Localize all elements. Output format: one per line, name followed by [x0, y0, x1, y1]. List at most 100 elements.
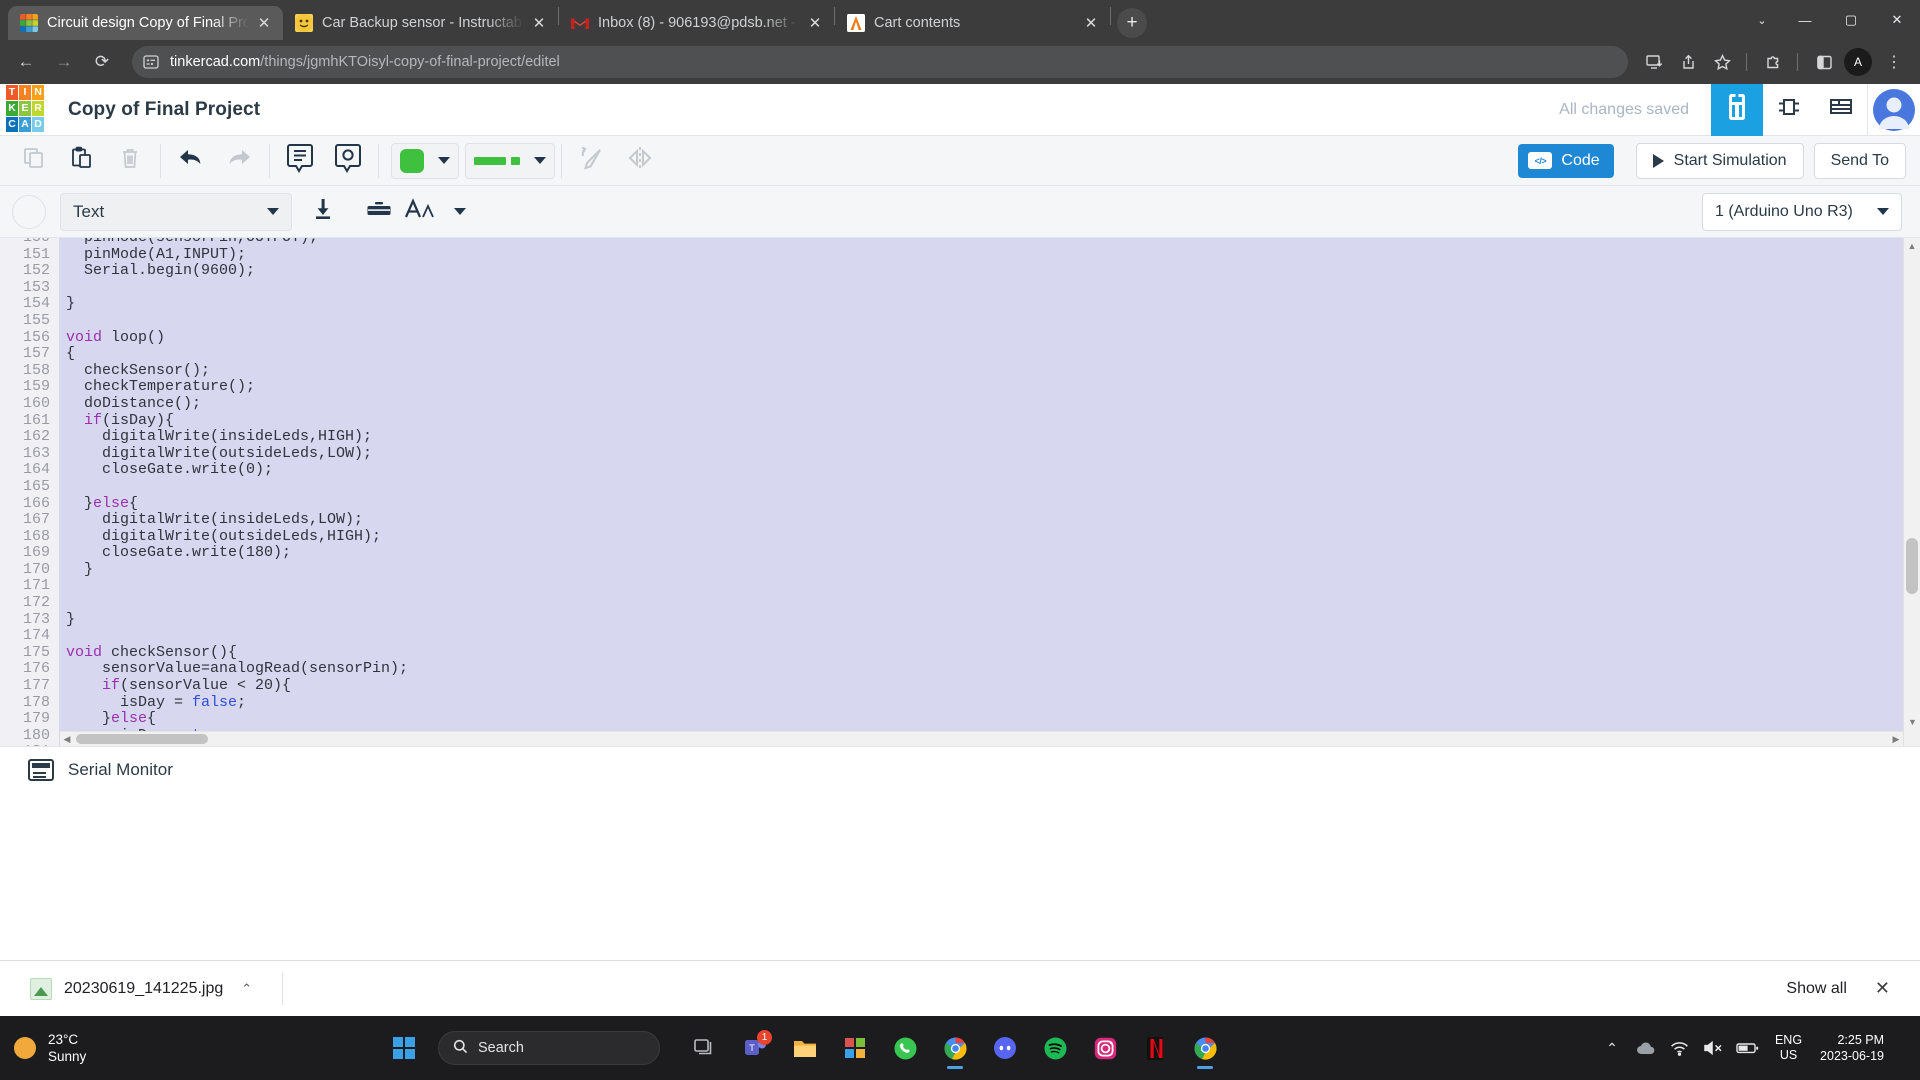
tray-expand-button[interactable]: ⌃: [1595, 1024, 1629, 1072]
wire-style-picker[interactable]: [465, 142, 555, 179]
wifi-icon[interactable]: [1663, 1024, 1697, 1072]
scroll-right-arrow-icon[interactable]: ▶: [1889, 734, 1903, 745]
maximize-button[interactable]: ▢: [1828, 0, 1874, 40]
install-icon[interactable]: [1638, 46, 1670, 78]
browser-tab-1[interactable]: Circuit design Copy of Final Proj ✕: [8, 6, 283, 40]
notification-center-button[interactable]: [1896, 1024, 1906, 1072]
board-select[interactable]: 1 (Arduino Uno R3): [1702, 192, 1902, 231]
new-tab-button[interactable]: +: [1117, 8, 1147, 38]
instagram-button[interactable]: [1082, 1024, 1128, 1072]
download-item[interactable]: 20230619_141225.jpg ⌃: [16, 965, 266, 1013]
code-token: loop(): [102, 328, 166, 346]
microsoft-store-button[interactable]: [832, 1024, 878, 1072]
tab-close-button[interactable]: ✕: [528, 12, 550, 34]
editor-horizontal-scrollbar[interactable]: ◀ ▶: [60, 731, 1903, 746]
discord-button[interactable]: [982, 1024, 1028, 1072]
chevron-down-icon[interactable]: [438, 157, 450, 164]
library-button[interactable]: [354, 192, 404, 232]
instructables-icon: [295, 14, 313, 32]
browser-tab-3[interactable]: Inbox (8) - 906193@pdsb.net - ✕: [559, 6, 834, 40]
chevron-down-icon[interactable]: [534, 157, 546, 164]
list-icon: [1828, 96, 1854, 123]
avatar[interactable]: [1868, 84, 1920, 136]
reload-button[interactable]: ⟳: [86, 46, 118, 78]
show-all-downloads-button[interactable]: Show all: [1772, 972, 1860, 1006]
task-view-button[interactable]: [682, 1024, 728, 1072]
cloud-icon[interactable]: [1629, 1024, 1663, 1072]
bookmark-star-icon[interactable]: [1706, 46, 1738, 78]
rotate-button[interactable]: [568, 139, 616, 183]
language-indicator[interactable]: ENG US: [1765, 1033, 1812, 1063]
browser-menu-button[interactable]: ⋮: [1878, 46, 1910, 78]
redo-button[interactable]: [215, 139, 263, 183]
wire-color-picker[interactable]: [391, 142, 459, 179]
copy-button[interactable]: [10, 139, 58, 183]
vertical-scroll-thumb[interactable]: [1906, 538, 1918, 594]
site-settings-icon[interactable]: [142, 53, 160, 71]
breadboard-view-button[interactable]: [1711, 83, 1763, 136]
chrome-window-button[interactable]: [1182, 1024, 1228, 1072]
search-input[interactable]: Search: [438, 1031, 660, 1065]
components-list-button[interactable]: [1815, 84, 1867, 136]
tab-search-chevron-icon[interactable]: ⌄: [1742, 0, 1782, 40]
back-button[interactable]: ←: [10, 46, 42, 78]
spotify-button[interactable]: [1032, 1024, 1078, 1072]
paste-button[interactable]: [58, 139, 106, 183]
file-explorer-button[interactable]: [782, 1024, 828, 1072]
netflix-button[interactable]: [1132, 1024, 1178, 1072]
serial-monitor-bar[interactable]: Serial Monitor: [0, 746, 1920, 792]
whatsapp-button[interactable]: [882, 1024, 928, 1072]
mirror-button[interactable]: [616, 139, 664, 183]
scroll-up-arrow-icon[interactable]: ▲: [1904, 238, 1920, 254]
scroll-left-arrow-icon[interactable]: ◀: [60, 734, 74, 745]
browser-tab-2[interactable]: Car Backup sensor - Instructable ✕: [283, 6, 558, 40]
undo-button[interactable]: [167, 139, 215, 183]
editor-vertical-scrollbar[interactable]: ▲ ▼: [1903, 238, 1920, 746]
profile-avatar[interactable]: A: [1844, 48, 1872, 76]
browser-tab-4[interactable]: Cart contents ✕: [835, 6, 1110, 40]
line-number: 165: [22, 477, 50, 495]
chevron-down-icon[interactable]: [454, 208, 466, 215]
notes-button[interactable]: [276, 139, 324, 183]
teams-button[interactable]: T 1: [732, 1024, 778, 1072]
side-panel-icon[interactable]: [1808, 46, 1840, 78]
line-number-gutter: 1501511521531541551561571581591601611621…: [0, 238, 60, 746]
annotation-button[interactable]: [324, 139, 372, 183]
close-shelf-button[interactable]: ✕: [1861, 972, 1904, 1005]
delete-button[interactable]: [106, 139, 154, 183]
schematic-view-button[interactable]: [1763, 84, 1815, 136]
panel-collapse-handle[interactable]: [12, 194, 46, 229]
minimize-button[interactable]: —: [1782, 0, 1828, 40]
horizontal-scroll-thumb[interactable]: [76, 734, 208, 744]
battery-icon[interactable]: [1731, 1024, 1765, 1072]
extensions-icon[interactable]: [1757, 46, 1789, 78]
code-mode-select[interactable]: Text: [60, 192, 292, 231]
forward-button[interactable]: →: [48, 46, 80, 78]
code-token: }: [66, 610, 76, 628]
weather-widget[interactable]: 23°C Sunny: [0, 1031, 190, 1065]
download-menu-chevron-icon[interactable]: ⌃: [241, 981, 252, 997]
send-to-button[interactable]: Send To: [1813, 142, 1906, 179]
scroll-down-arrow-icon[interactable]: ▼: [1904, 714, 1920, 730]
code-token: void: [66, 643, 103, 661]
address-bar[interactable]: tinkercad.com/things/jgmhKTOisyl-copy-of…: [132, 46, 1628, 78]
close-window-button[interactable]: ✕: [1874, 0, 1920, 40]
tab-close-button[interactable]: ✕: [1080, 12, 1102, 34]
start-simulation-button[interactable]: Start Simulation: [1635, 142, 1804, 179]
code-editor[interactable]: 1501511521531541551561571581591601611621…: [0, 238, 1920, 746]
line-number: 175: [22, 643, 50, 661]
code-button[interactable]: </> Code: [1518, 143, 1614, 178]
start-button[interactable]: [380, 1024, 428, 1072]
code-text-area[interactable]: pinMode(sensorPin,OUTPUT); pinMode(A1,IN…: [60, 238, 1920, 746]
volume-muted-icon[interactable]: [1697, 1024, 1731, 1072]
logo-cell: C: [6, 116, 18, 132]
tab-close-button[interactable]: ✕: [253, 12, 275, 34]
tab-close-button[interactable]: ✕: [804, 12, 826, 34]
download-code-button[interactable]: [298, 192, 348, 232]
weather-text: 23°C Sunny: [48, 1031, 86, 1065]
clock[interactable]: 2:25 PM 2023-06-19: [1812, 1032, 1896, 1064]
share-icon[interactable]: [1672, 46, 1704, 78]
font-size-button[interactable]: [404, 192, 466, 232]
tinkercad-logo[interactable]: T I N K E R C A D: [0, 84, 44, 136]
chrome-button[interactable]: [932, 1024, 978, 1072]
